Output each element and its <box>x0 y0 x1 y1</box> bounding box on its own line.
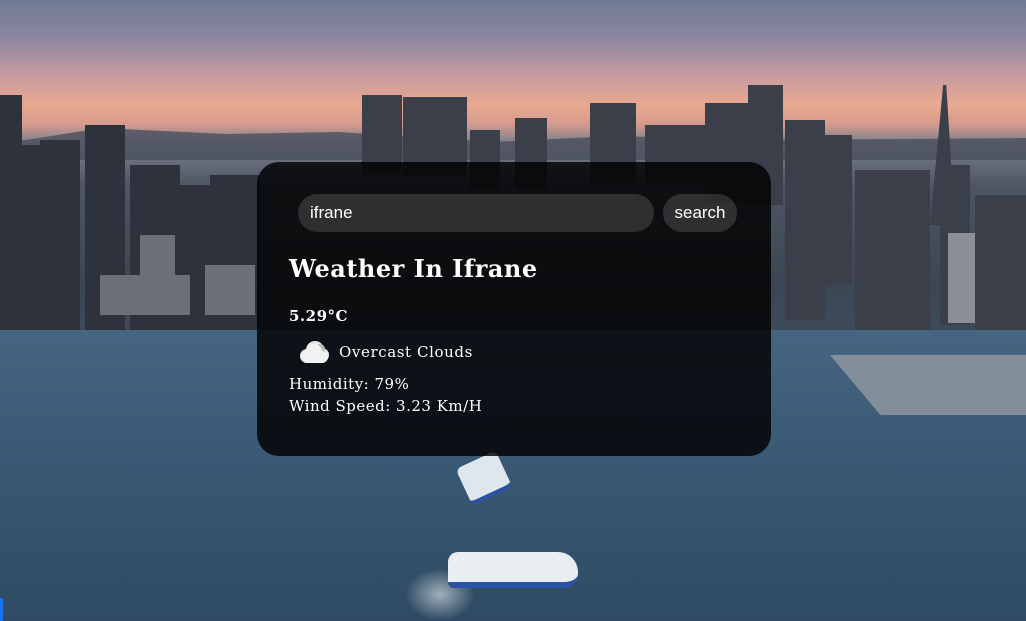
search-button[interactable]: search <box>663 194 737 232</box>
weather-card: search Weather In Ifrane 5.29°C Overcast… <box>257 162 771 456</box>
cloud-icon <box>300 341 329 363</box>
left-edge-accent <box>0 598 3 621</box>
search-input[interactable] <box>298 194 654 232</box>
temperature: 5.29°C <box>289 307 348 325</box>
weather-description: Overcast Clouds <box>339 343 473 361</box>
weather-condition: Overcast Clouds <box>297 339 739 365</box>
wind-speed-text: Wind Speed: 3.23 Km/H <box>289 397 483 415</box>
background-ferry <box>448 552 578 588</box>
weather-stats: Humidity: 79% Wind Speed: 3.23 Km/H <box>289 373 739 417</box>
search-bar: search <box>289 194 739 232</box>
city-title: Weather In Ifrane <box>289 254 538 283</box>
humidity-text: Humidity: 79% <box>289 375 410 393</box>
